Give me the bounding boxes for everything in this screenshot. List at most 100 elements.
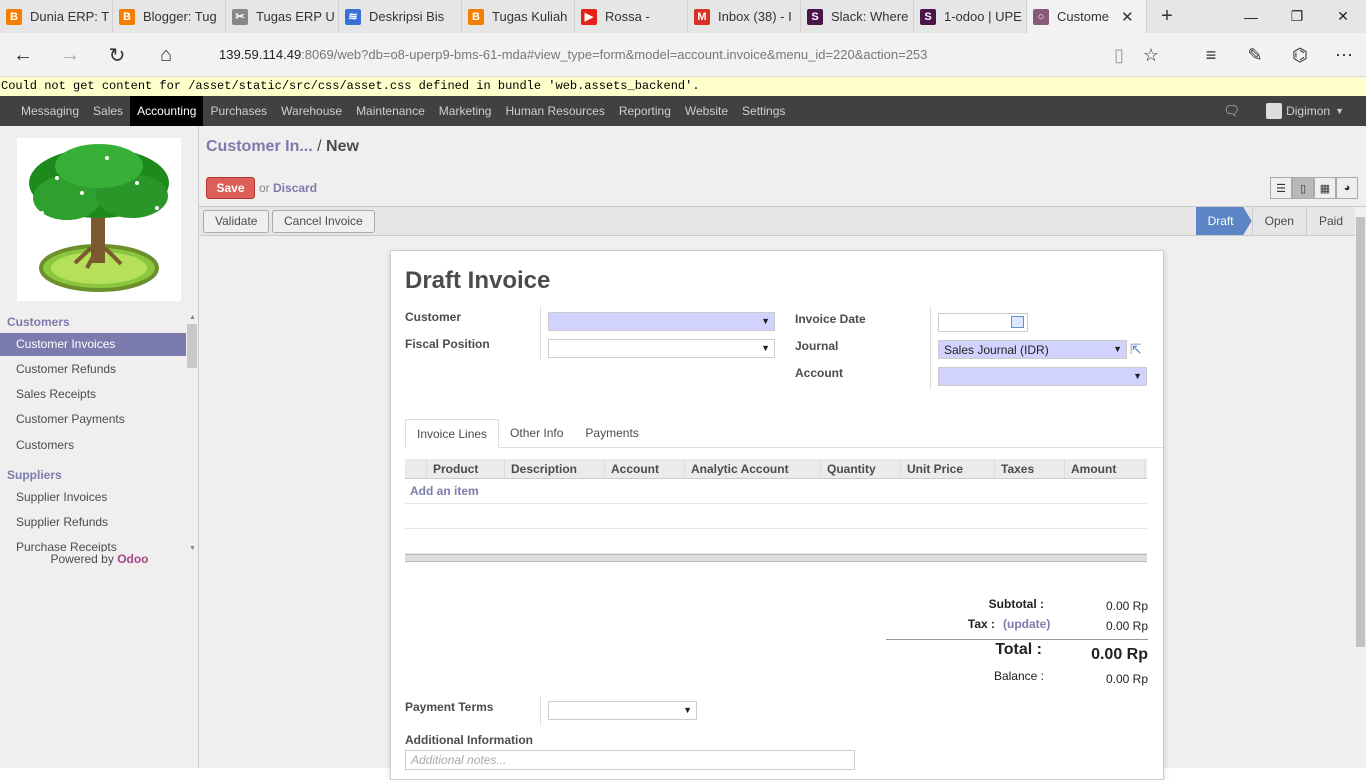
calendar-view-icon[interactable]: ▦ <box>1314 177 1336 199</box>
url-field[interactable]: 139.59.114.49:8069/web?db=o8-uperp9-bms-… <box>219 47 927 62</box>
column-header-unit-price[interactable]: Unit Price <box>901 459 995 478</box>
browser-tab[interactable]: B Blogger: Tug <box>113 0 226 33</box>
column-header-taxes[interactable]: Taxes <box>995 459 1065 478</box>
tab-invoice-lines[interactable]: Invoice Lines <box>405 419 500 448</box>
tax-update-link[interactable]: (update) <box>1003 617 1050 631</box>
browser-tab[interactable]: B Tugas Kuliah <box>462 0 575 33</box>
sidebar-item-supplier-invoices[interactable]: Supplier Invoices <box>0 486 186 509</box>
form-view-icon[interactable]: ▯ <box>1292 177 1314 199</box>
fiscal-position-select[interactable]: ▼ <box>548 339 775 358</box>
journal-label: Journal <box>795 339 839 353</box>
table-header: Product Description Account Analytic Accoun… <box>405 459 1147 479</box>
hub-icon[interactable]: ≡ <box>1199 43 1223 67</box>
column-header-description[interactable]: Description <box>505 459 605 478</box>
minimize-icon[interactable]: — <box>1228 0 1274 33</box>
column-header-quantity[interactable]: Quantity <box>821 459 901 478</box>
payment-terms-select[interactable]: ▼ <box>548 701 697 720</box>
browser-tab-title: Tugas ERP U <box>256 9 335 24</box>
home-icon[interactable]: ⌂ <box>151 41 181 69</box>
browser-tab-title: Dunia ERP: T <box>30 9 110 24</box>
list-view-icon[interactable]: ☰ <box>1270 177 1292 199</box>
topmenu-item-website[interactable]: Website <box>678 96 735 126</box>
sidebar-item-supplier-refunds[interactable]: Supplier Refunds <box>0 511 186 534</box>
topmenu-item-messaging[interactable]: Messaging <box>14 96 86 126</box>
invoice-stages: Draft Open Paid <box>1195 207 1355 235</box>
browser-tab[interactable]: ○ Custome ✕ <box>1027 0 1147 33</box>
stage-open: Open <box>1251 207 1306 235</box>
customer-label: Customer <box>405 310 462 324</box>
refresh-icon[interactable]: ↻ <box>102 41 132 69</box>
invoice-date-label: Invoice Date <box>795 312 866 326</box>
topmenu-item-reporting[interactable]: Reporting <box>612 96 678 126</box>
reading-view-icon[interactable]: ▯ <box>1107 43 1131 67</box>
browser-tab[interactable]: ✂ Tugas ERP U <box>226 0 339 33</box>
external-link-icon[interactable]: ⇱ <box>1130 341 1142 358</box>
chat-icon[interactable]: 🗨 <box>1224 103 1241 119</box>
total-divider <box>886 639 1148 640</box>
sidebar-item-purchase-receipts[interactable]: Purchase Receipts <box>0 536 186 552</box>
site-favicon-icon: S <box>920 8 936 25</box>
close-tab-icon[interactable]: ✕ <box>1121 8 1134 26</box>
sidebar-scroll-thumb[interactable] <box>187 324 197 368</box>
restore-icon[interactable]: ❐ <box>1274 0 1320 33</box>
column-header-product[interactable]: Product <box>427 459 505 478</box>
dropdown-arrow-icon: ▼ <box>761 343 770 353</box>
new-tab-icon[interactable]: + <box>1147 0 1187 33</box>
browser-tab[interactable]: B Dunia ERP: T <box>0 0 113 33</box>
forward-icon[interactable]: → <box>55 41 85 69</box>
invoice-date-input[interactable] <box>938 313 1028 332</box>
cancel-invoice-button[interactable]: Cancel Invoice <box>272 210 375 233</box>
sidebar-scrollbar[interactable]: ▲ ▼ <box>187 314 197 552</box>
topmenu-item-accounting[interactable]: Accounting <box>130 96 204 126</box>
favorite-star-icon[interactable]: ☆ <box>1139 43 1163 67</box>
topmenu-item-settings[interactable]: Settings <box>735 96 792 126</box>
site-favicon-icon: ≋ <box>345 8 361 25</box>
validate-button[interactable]: Validate <box>203 210 270 233</box>
browser-tab[interactable]: S 1-odoo | UPE <box>914 0 1027 33</box>
user-avatar[interactable] <box>1266 103 1283 119</box>
graph-view-icon[interactable]: ◕ <box>1336 177 1358 199</box>
column-header-analytic-account[interactable]: Analytic Account <box>685 459 821 478</box>
column-header-account[interactable]: Account <box>605 459 685 478</box>
chevron-down-icon[interactable]: ▼ <box>1335 106 1344 116</box>
journal-select[interactable]: Sales Journal (IDR) ▼ <box>938 340 1127 359</box>
browser-tab[interactable]: M Inbox (38) - I <box>688 0 801 33</box>
field-divider <box>540 307 541 359</box>
close-window-icon[interactable]: ✕ <box>1320 0 1366 33</box>
calendar-icon[interactable] <box>1011 316 1024 328</box>
discard-link[interactable]: Discard <box>273 181 317 195</box>
main-scrollbar[interactable] <box>1355 207 1366 768</box>
odoo-link[interactable]: Odoo <box>117 552 148 566</box>
or-discard: or Discard <box>259 181 318 195</box>
tax-label: Tax : <box>967 617 995 631</box>
user-menu[interactable]: Digimon <box>1286 104 1330 118</box>
share-icon[interactable]: ⌬ <box>1288 43 1312 67</box>
back-icon[interactable]: ← <box>8 41 38 69</box>
browser-tab[interactable]: S Slack: Where <box>801 0 914 33</box>
topmenu-item-purchases[interactable]: Purchases <box>203 96 274 126</box>
column-header-amount[interactable]: Amount <box>1065 459 1145 478</box>
main-scroll-thumb[interactable] <box>1356 217 1365 647</box>
browser-tab[interactable]: ▶ Rossa - <box>575 0 688 33</box>
browser-tab-title: Blogger: Tug <box>143 9 217 24</box>
web-note-icon[interactable]: ✎ <box>1243 43 1267 67</box>
save-button[interactable]: Save <box>206 177 255 199</box>
tab-payments[interactable]: Payments <box>574 419 649 448</box>
breadcrumb-parent[interactable]: Customer In... <box>206 138 313 155</box>
topmenu-item-maintenance[interactable]: Maintenance <box>349 96 432 126</box>
browser-tab[interactable]: ≋ Deskripsi Bis <box>339 0 462 33</box>
site-favicon-icon: B <box>119 8 135 25</box>
browser-tab-title: Deskripsi Bis <box>369 9 445 24</box>
account-select[interactable]: ▼ <box>938 367 1147 386</box>
topmenu-item-sales[interactable]: Sales <box>86 96 130 126</box>
dropdown-arrow-icon: ▼ <box>683 705 692 715</box>
topmenu-item-marketing[interactable]: Marketing <box>432 96 499 126</box>
add-item-link[interactable]: Add an item <box>410 484 479 498</box>
topmenu-item-warehouse[interactable]: Warehouse <box>274 96 349 126</box>
customer-select[interactable]: ▼ <box>548 312 775 331</box>
status-bar: Validate Cancel Invoice Draft Open Paid <box>199 206 1366 236</box>
more-icon[interactable]: ⋯ <box>1332 43 1356 67</box>
additional-notes-field[interactable]: Additional notes... <box>405 750 855 770</box>
topmenu-item-human-resources[interactable]: Human Resources <box>498 96 611 126</box>
tab-other-info[interactable]: Other Info <box>499 419 574 448</box>
